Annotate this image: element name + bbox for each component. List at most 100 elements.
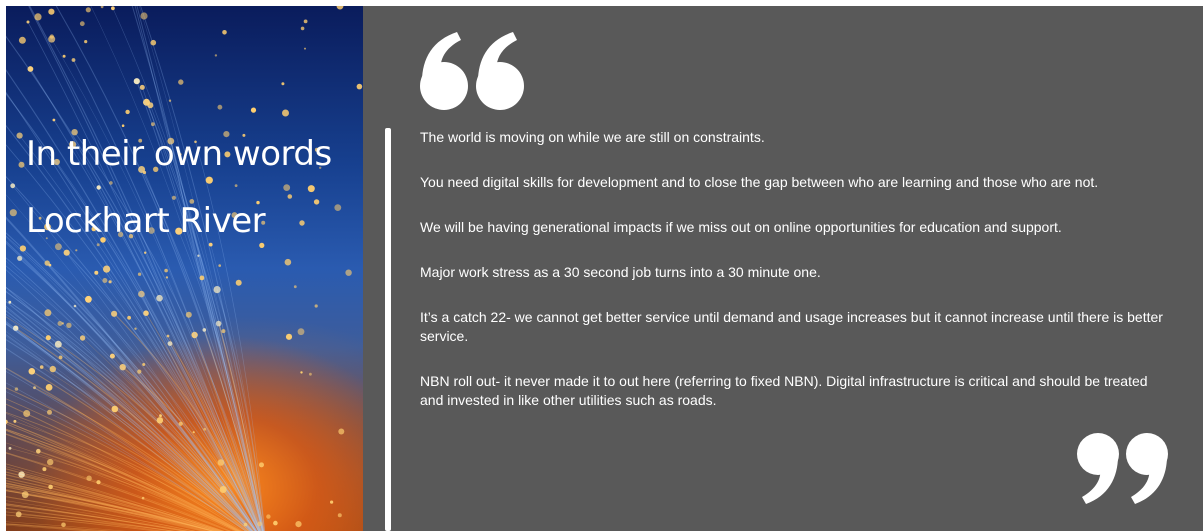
fiber-light-dot (140, 12, 148, 20)
fiber-light-dot (127, 315, 131, 320)
fiber-light-dot (18, 161, 25, 168)
fiber-light-dot (137, 369, 142, 374)
fiber-light-dot (168, 99, 172, 102)
fiber-light-dot (297, 328, 305, 336)
fiber-light-dot (96, 243, 100, 247)
fiber-light-dot (257, 521, 263, 527)
fiber-light-dot (214, 54, 218, 57)
fiber-light-dot (235, 279, 242, 286)
fiber-light-dot (281, 82, 285, 86)
fiber-light-dot (293, 285, 297, 289)
fiber-light-dot (8, 446, 12, 450)
fiber-light-dot (109, 181, 113, 185)
fiber-light-dot (61, 322, 64, 325)
fiber-light-dot (47, 409, 52, 415)
fiber-light-dot (39, 365, 44, 369)
fiber-light-dot (103, 265, 111, 273)
fiber-light-dot (85, 295, 92, 303)
fiber-light-dot (199, 275, 205, 281)
fiber-light-dot (137, 272, 142, 276)
fiber-light-dot (133, 78, 140, 85)
quote-item: We will be having generational impacts i… (420, 219, 1062, 235)
fiber-light-dot (111, 405, 119, 413)
quote-item: Major work stress as a 30 second job tur… (420, 264, 821, 280)
quote-panel: The world is moving on while we are stil… (363, 6, 1203, 531)
fiber-light-dot (165, 276, 169, 279)
fiber-light-dot (338, 428, 345, 435)
fiber-light-dot (142, 363, 146, 366)
fiber-light-dot (284, 258, 292, 266)
fiber-light-dot (273, 520, 278, 526)
fiber-light-dot (156, 417, 164, 424)
fiber-light-dot (222, 30, 227, 35)
fiber-light-dot (100, 6, 104, 9)
fiber-light-dot (287, 194, 293, 199)
fiber-light-dot (309, 372, 312, 376)
fiber-light-dot (300, 371, 303, 374)
fiber-light-dot (337, 513, 342, 518)
fiber-light-dot (121, 124, 125, 127)
fiber-light-dot (45, 335, 51, 341)
fiber-light-dot (356, 83, 363, 90)
fiber-light-dot (185, 311, 192, 318)
fiber-light-dot (283, 184, 291, 192)
fiber-light-dot (151, 122, 155, 127)
fiber-light-dot (111, 310, 118, 317)
fiber-light-dot (250, 107, 257, 113)
fiber-light-dot (44, 309, 52, 317)
fiber-light-dot (62, 54, 66, 58)
fiber-light-dot (303, 19, 308, 24)
fiber-light-dot (85, 7, 91, 13)
vertical-divider (385, 128, 391, 531)
fiber-optic-lights-image: In their own words Lockhart River (6, 6, 363, 531)
fiber-light-dot (48, 8, 55, 15)
fiber-light-dot (171, 195, 176, 200)
fiber-light-dot (96, 480, 101, 485)
fiber-light-dot (203, 427, 207, 431)
fiber-light-dot (259, 462, 264, 468)
fiber-light-dot (52, 118, 56, 122)
fiber-light-dot (16, 132, 23, 139)
fiber-light-dot (73, 304, 77, 308)
fiber-light-dot (330, 500, 334, 504)
fiber-light-dot (234, 184, 238, 188)
fiber-light-dot (23, 410, 31, 417)
slide-title: In their own words (26, 134, 332, 174)
fiber-light-dot (219, 486, 227, 493)
fiber-light-dot (259, 242, 265, 248)
fiber-light-dot (345, 269, 352, 276)
fiber-light-dot (45, 384, 53, 391)
open-quote-icon (420, 32, 524, 110)
fiber-light-dot (102, 278, 108, 283)
fiber-light-dot (34, 13, 42, 21)
fiber-light-dot (19, 245, 26, 252)
fiber-light-dot (266, 514, 271, 519)
fiber-light-dot (304, 47, 306, 50)
fiber-light-dot (295, 521, 302, 528)
fiber-light-dot (313, 199, 320, 205)
fiber-light-dot (79, 335, 86, 341)
fiber-light-dot (192, 431, 195, 434)
fiber-light-dot (334, 204, 342, 212)
fiber-light-dot (71, 58, 76, 62)
fiber-light-dot (26, 20, 30, 24)
fiber-light-dot (58, 355, 63, 360)
fiber-light-dot (13, 419, 17, 423)
fiber-light-dot (300, 26, 305, 31)
fiber-light-dot (36, 448, 41, 454)
fiber-light-dot (15, 511, 22, 518)
fiber-light-dot (141, 496, 145, 500)
fiber-light-dot (217, 104, 223, 110)
fiber-light-dot (299, 220, 305, 226)
fiber-light-dot (205, 176, 213, 184)
fiber-light-dot (156, 294, 163, 302)
fiber-light-dot (178, 421, 183, 426)
fiber-light-dot (79, 21, 85, 27)
fiber-light-dot (63, 249, 70, 256)
fiber-light-dot (9, 209, 17, 217)
fiber-optic-strands (6, 6, 363, 531)
fiber-light-dot (243, 522, 248, 527)
quote-list: The world is moving on while we are stil… (420, 128, 1165, 436)
fiber-light-dot (217, 459, 225, 466)
fiber-light-dot (42, 467, 47, 472)
